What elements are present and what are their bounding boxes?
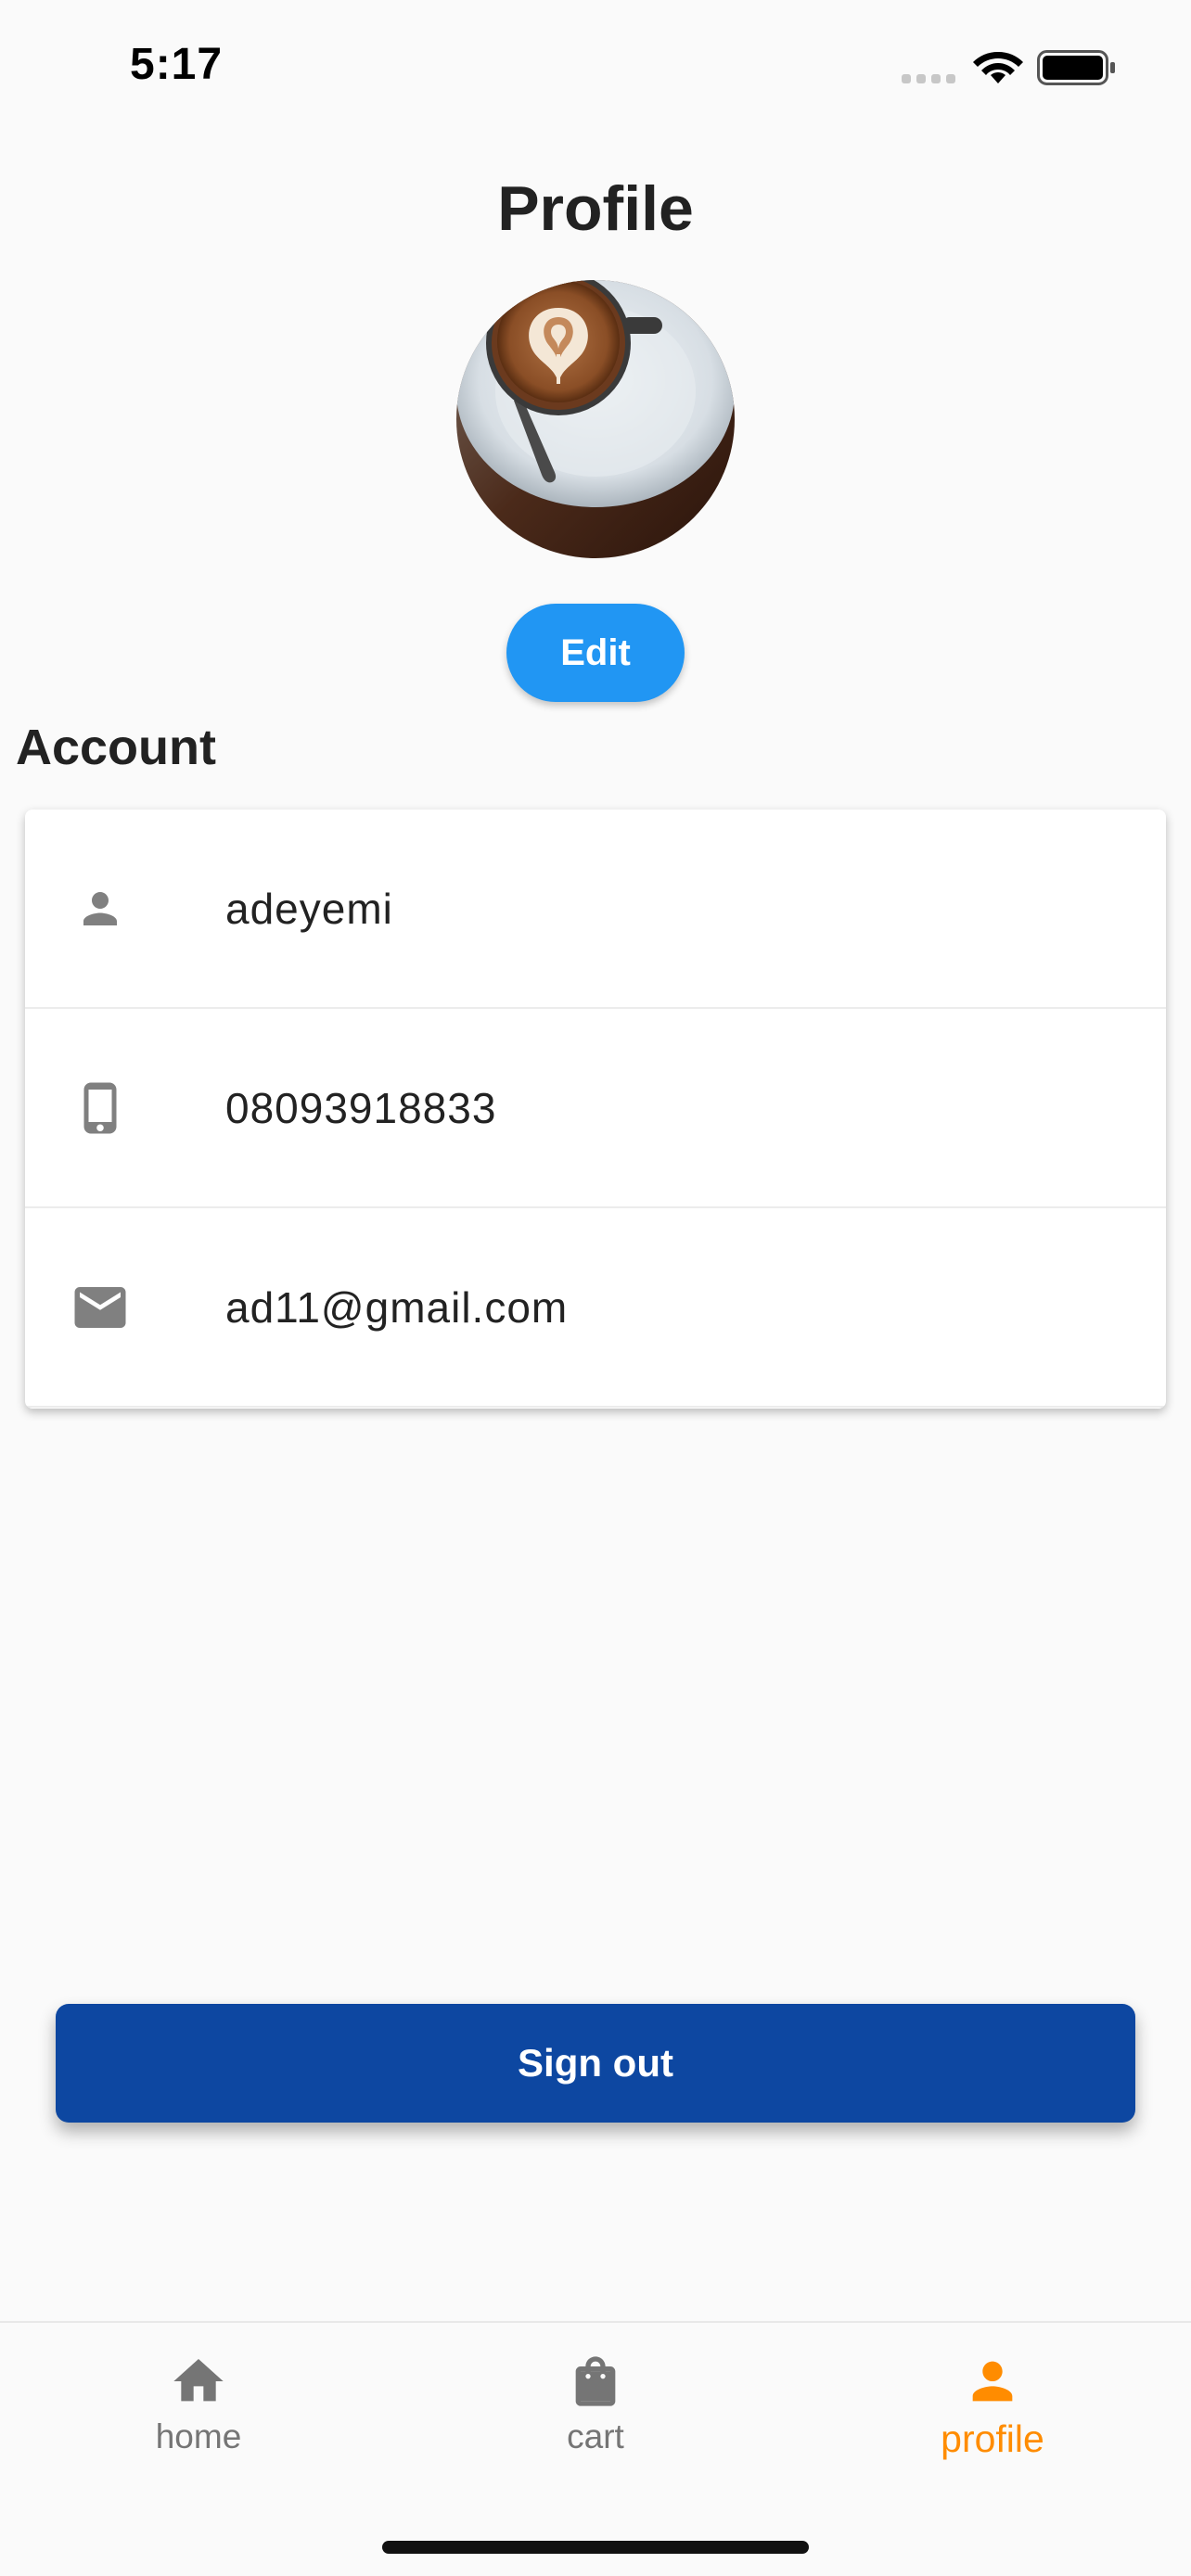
wifi-icon [973, 52, 1023, 83]
avatar[interactable] [456, 280, 735, 558]
status-time: 5:17 [130, 40, 224, 89]
page-title: Profile [497, 173, 694, 244]
bottom-navigation-bar: home cart profile [0, 2321, 1191, 2576]
person-icon [70, 878, 131, 939]
edit-profile-button[interactable]: Edit [506, 604, 685, 702]
nav-item-cart[interactable]: cart [456, 2351, 735, 2456]
nav-label-profile: profile [941, 2417, 1044, 2460]
mail-icon [70, 1277, 131, 1338]
account-row-email[interactable]: ad11@gmail.com [25, 1208, 1166, 1408]
username-value: adeyemi [225, 884, 393, 933]
avatar-image [456, 280, 735, 558]
sign-out-button[interactable]: Sign out [56, 2004, 1135, 2123]
nav-item-home[interactable]: home [59, 2351, 338, 2456]
status-bar: 5:17 [0, 0, 1191, 130]
email-value: ad11@gmail.com [225, 1282, 569, 1332]
phone-icon [70, 1078, 131, 1139]
edit-button-label: Edit [560, 631, 631, 673]
nav-label-cart: cart [567, 2417, 624, 2455]
home-icon [168, 2351, 229, 2412]
phone-value: 08093918833 [225, 1083, 497, 1132]
sign-out-label: Sign out [518, 2041, 673, 2085]
nav-label-home: home [155, 2417, 242, 2455]
shopping-bag-icon [565, 2351, 626, 2412]
account-row-phone[interactable]: 08093918833 [25, 1009, 1166, 1208]
account-row-username[interactable]: adeyemi [25, 810, 1166, 1009]
home-indicator[interactable] [382, 2541, 809, 2554]
account-section-heading: Account [16, 720, 216, 775]
profile-screen: 5:17 Profile Edit Account adeyemi 080939… [0, 0, 1191, 2576]
cellular-signal-icon [902, 74, 955, 83]
nav-item-profile[interactable]: profile [853, 2351, 1132, 2461]
account-card: adeyemi 08093918833 ad11@gmail.com [25, 810, 1166, 1409]
battery-icon [1037, 50, 1115, 85]
person-icon [962, 2351, 1023, 2412]
